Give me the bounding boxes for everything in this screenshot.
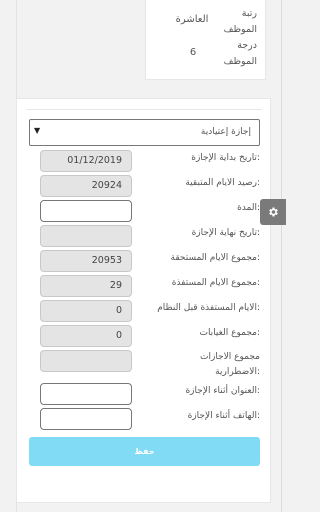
emergency-leaves-label: مجموع الاجازات الاضطرارية: (200, 352, 260, 377)
phone-during-leave-input[interactable] (40, 408, 132, 430)
dropdown-arrow-icon: ▼ (34, 126, 41, 135)
emergency-leaves-field (40, 350, 132, 372)
grade-value: 6 (189, 47, 197, 58)
settings-tab[interactable] (260, 199, 286, 225)
leave-type-select[interactable]: إجازة إعتيادية ▼ (29, 119, 260, 146)
scrollbar-track[interactable] (281, 0, 289, 512)
start-date-field: 01/12/2019 (40, 150, 132, 172)
total-entitled-field: 20953 (40, 250, 132, 272)
rank-label: رتبة الموظف (223, 8, 257, 35)
remaining-balance-field: 20924 (40, 175, 132, 197)
remaining-balance-label: رصيد الايام المتبقية: (185, 178, 260, 188)
phone-during-leave-label: الهاتف أثناء الإجازة: (187, 411, 260, 421)
employee-info-card: رتبة الموظف العاشرة درجة الموظف 6 (145, 0, 266, 80)
used-before-system-field: 0 (40, 300, 132, 322)
address-during-leave-label: العنوان أثناء الإجازة: (185, 386, 260, 396)
end-date-label: تاريخ نهاية الإجازة: (191, 228, 260, 238)
total-used-label: مجموع الايام المستفذة: (171, 278, 260, 288)
page-frame-left (0, 0, 17, 512)
duration-label: المدة: (237, 203, 260, 213)
total-used-field: 29 (40, 275, 132, 297)
grade-label: درجة الموظف (223, 40, 257, 67)
end-date-field (40, 225, 132, 247)
total-absences-label: مجموع الغيابات: (199, 328, 260, 338)
total-absences-field: 0 (40, 325, 132, 347)
rank-value: العاشرة (175, 14, 209, 25)
leave-type-value: إجازة إعتيادية (200, 127, 251, 137)
total-entitled-label: مجموع الايام المستحقة: (170, 253, 260, 263)
duration-input[interactable] (40, 200, 132, 222)
used-before-system-label: الايام المستفذة قبل النظام: (157, 303, 260, 313)
save-button[interactable]: حفظ (29, 437, 260, 466)
start-date-label: تاريخ بداية الإجازة: (191, 153, 260, 163)
address-during-leave-input[interactable] (40, 383, 132, 405)
gear-icon (269, 207, 278, 217)
